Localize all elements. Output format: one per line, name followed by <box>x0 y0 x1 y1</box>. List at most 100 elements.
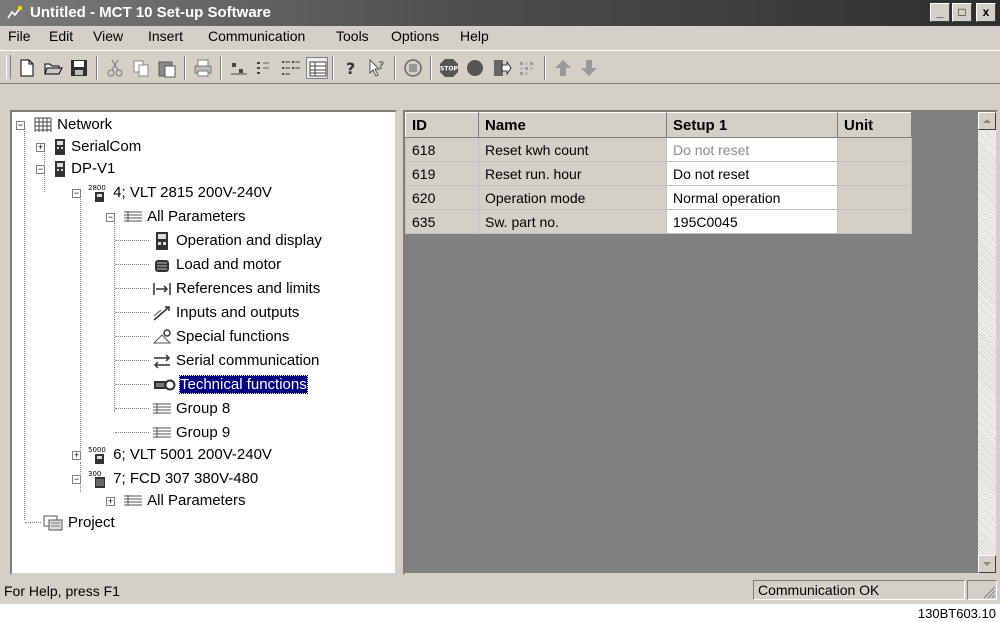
column-header-setup[interactable]: Setup 1 <box>666 112 838 138</box>
copy-icon[interactable] <box>130 57 152 79</box>
tree-item-vlt-5001[interactable]: + 5000 6; VLT 5001 200V-240V <box>72 444 272 466</box>
status-help-text: For Help, press F1 <box>4 583 120 599</box>
scroll-up-button[interactable] <box>978 112 996 130</box>
table-row[interactable]: 618 Reset kwh count Do not reset <box>405 137 912 162</box>
toolbar-grip[interactable] <box>6 55 11 79</box>
collapse-icon[interactable]: − <box>106 213 115 222</box>
serial-communication-icon <box>153 354 171 369</box>
cut-icon[interactable] <box>104 57 126 79</box>
resize-grip[interactable] <box>967 580 997 600</box>
menu-tools[interactable]: Tools <box>336 28 369 44</box>
tree-item-vlt-2815[interactable]: − 2800 4; VLT 2815 200V-240V <box>72 182 272 204</box>
collapse-icon[interactable]: − <box>72 189 81 198</box>
vertical-scrollbar[interactable] <box>978 112 996 573</box>
tree-item-special-functions[interactable]: Special functions <box>152 326 289 348</box>
scroll-up-arrow-icon <box>983 119 991 123</box>
open-folder-icon[interactable] <box>42 57 64 79</box>
arrow-down-icon[interactable] <box>578 57 600 79</box>
list-view-icon[interactable] <box>280 57 302 79</box>
title-bar[interactable]: Untitled - MCT 10 Set-up Software _ □ x <box>0 0 1000 26</box>
write-to-drive-icon[interactable] <box>516 57 538 79</box>
tree-item-label: Special functions <box>176 328 290 345</box>
collapse-icon[interactable]: − <box>36 165 45 174</box>
column-header-name[interactable]: Name <box>478 112 667 138</box>
read-from-drive-icon[interactable] <box>490 57 512 79</box>
svg-text:?: ? <box>378 59 384 72</box>
table-row[interactable]: 620 Operation mode Normal operation <box>405 185 912 210</box>
arrow-up-icon[interactable] <box>552 57 574 79</box>
tree-item-group-8[interactable]: Group 8 <box>152 398 230 420</box>
record-icon[interactable] <box>464 57 486 79</box>
menu-insert[interactable]: Insert <box>148 28 183 44</box>
table-row[interactable]: 619 Reset run. hour Do not reset <box>405 161 912 186</box>
parameter-list-icon <box>124 211 143 223</box>
tree-item-serialcom[interactable]: + SerialCom <box>36 136 141 158</box>
project-icon <box>43 515 63 531</box>
context-help-icon[interactable]: ? <box>366 57 388 79</box>
tree-item-all-parameters[interactable]: − All Parameters <box>106 206 246 228</box>
expand-icon[interactable]: + <box>36 143 45 152</box>
parameter-value[interactable]: Do not reset <box>666 137 838 162</box>
tree-item-operation-display[interactable]: Operation and display <box>152 230 322 252</box>
toolbar-separator <box>430 56 432 80</box>
tree-item-dp-v1[interactable]: − DP-V1 <box>36 158 115 180</box>
close-button[interactable]: x <box>976 3 996 22</box>
tree-item-label: All Parameters <box>147 492 246 509</box>
menu-options[interactable]: Options <box>391 28 439 44</box>
tree-item-project[interactable]: Project <box>42 512 115 534</box>
tree-item-label: Load and motor <box>176 256 282 273</box>
vlt-2800-icon: 2800 <box>88 184 106 203</box>
tree-item-label: Serial communication <box>176 352 320 369</box>
menu-file[interactable]: File <box>8 28 31 44</box>
collapse-icon[interactable]: − <box>16 121 25 130</box>
maximize-button[interactable]: □ <box>952 3 972 22</box>
parameter-value[interactable]: 195C0045 <box>666 209 838 234</box>
parameter-value[interactable]: Normal operation <box>666 185 838 210</box>
scroll-down-button[interactable] <box>978 555 996 573</box>
network-scan-icon[interactable] <box>402 57 424 79</box>
column-header-unit[interactable]: Unit <box>837 112 912 138</box>
expand-icon[interactable]: + <box>106 497 115 506</box>
stop-icon[interactable]: STOP <box>438 57 460 79</box>
tree-item-all-parameters-fcd[interactable]: + All Parameters <box>106 490 246 512</box>
tree-item-inputs-outputs[interactable]: Inputs and outputs <box>152 302 299 324</box>
details-view-icon[interactable] <box>306 57 328 79</box>
parameter-name: Operation mode <box>478 185 667 210</box>
new-document-icon[interactable] <box>16 57 38 79</box>
tree-item-fcd-307[interactable]: − 300 7; FCD 307 380V-480 <box>72 468 258 490</box>
parameter-value[interactable]: Do not reset <box>666 161 838 186</box>
menu-view[interactable]: View <box>93 28 123 44</box>
table-row[interactable]: 635 Sw. part no. 195C0045 <box>405 209 912 234</box>
menu-edit[interactable]: Edit <box>49 28 73 44</box>
tree-item-references-limits[interactable]: References and limits <box>152 278 320 300</box>
print-icon[interactable] <box>192 57 214 79</box>
menu-help[interactable]: Help <box>460 28 489 44</box>
tree-connector <box>115 336 149 337</box>
large-icons-view-icon[interactable] <box>228 57 250 79</box>
network-tree[interactable]: − Network + SerialCom − DP-V1 − 2800 4; … <box>10 110 397 575</box>
tree-item-network[interactable]: − Network <box>16 114 112 136</box>
tree-item-serial-communication[interactable]: Serial communication <box>152 350 319 372</box>
tree-item-technical-functions[interactable]: Technical functions <box>152 374 308 396</box>
toolbar-separator <box>544 56 546 80</box>
tree-connector <box>115 240 149 241</box>
collapse-icon[interactable]: − <box>72 475 81 484</box>
tree-item-group-9[interactable]: Group 9 <box>152 422 230 444</box>
tree-item-label: 4; VLT 2815 200V-240V <box>113 184 272 201</box>
paste-icon[interactable] <box>156 57 178 79</box>
parameter-id: 619 <box>405 161 479 186</box>
tree-connector <box>115 360 149 361</box>
tree-connector <box>24 126 25 520</box>
tree-connector <box>115 312 149 313</box>
drive-icon <box>55 139 66 156</box>
expand-icon[interactable]: + <box>72 451 81 460</box>
save-icon[interactable] <box>68 57 90 79</box>
menu-communication[interactable]: Communication <box>208 28 305 44</box>
tree-item-load-motor[interactable]: Load and motor <box>152 254 281 276</box>
fcd-model-text: 300 <box>88 470 101 478</box>
small-icons-view-icon[interactable] <box>254 57 276 79</box>
column-header-id[interactable]: ID <box>405 112 479 138</box>
minimize-button[interactable]: _ <box>930 3 950 22</box>
load-motor-icon <box>155 260 169 273</box>
help-icon[interactable]: ? <box>340 57 362 79</box>
